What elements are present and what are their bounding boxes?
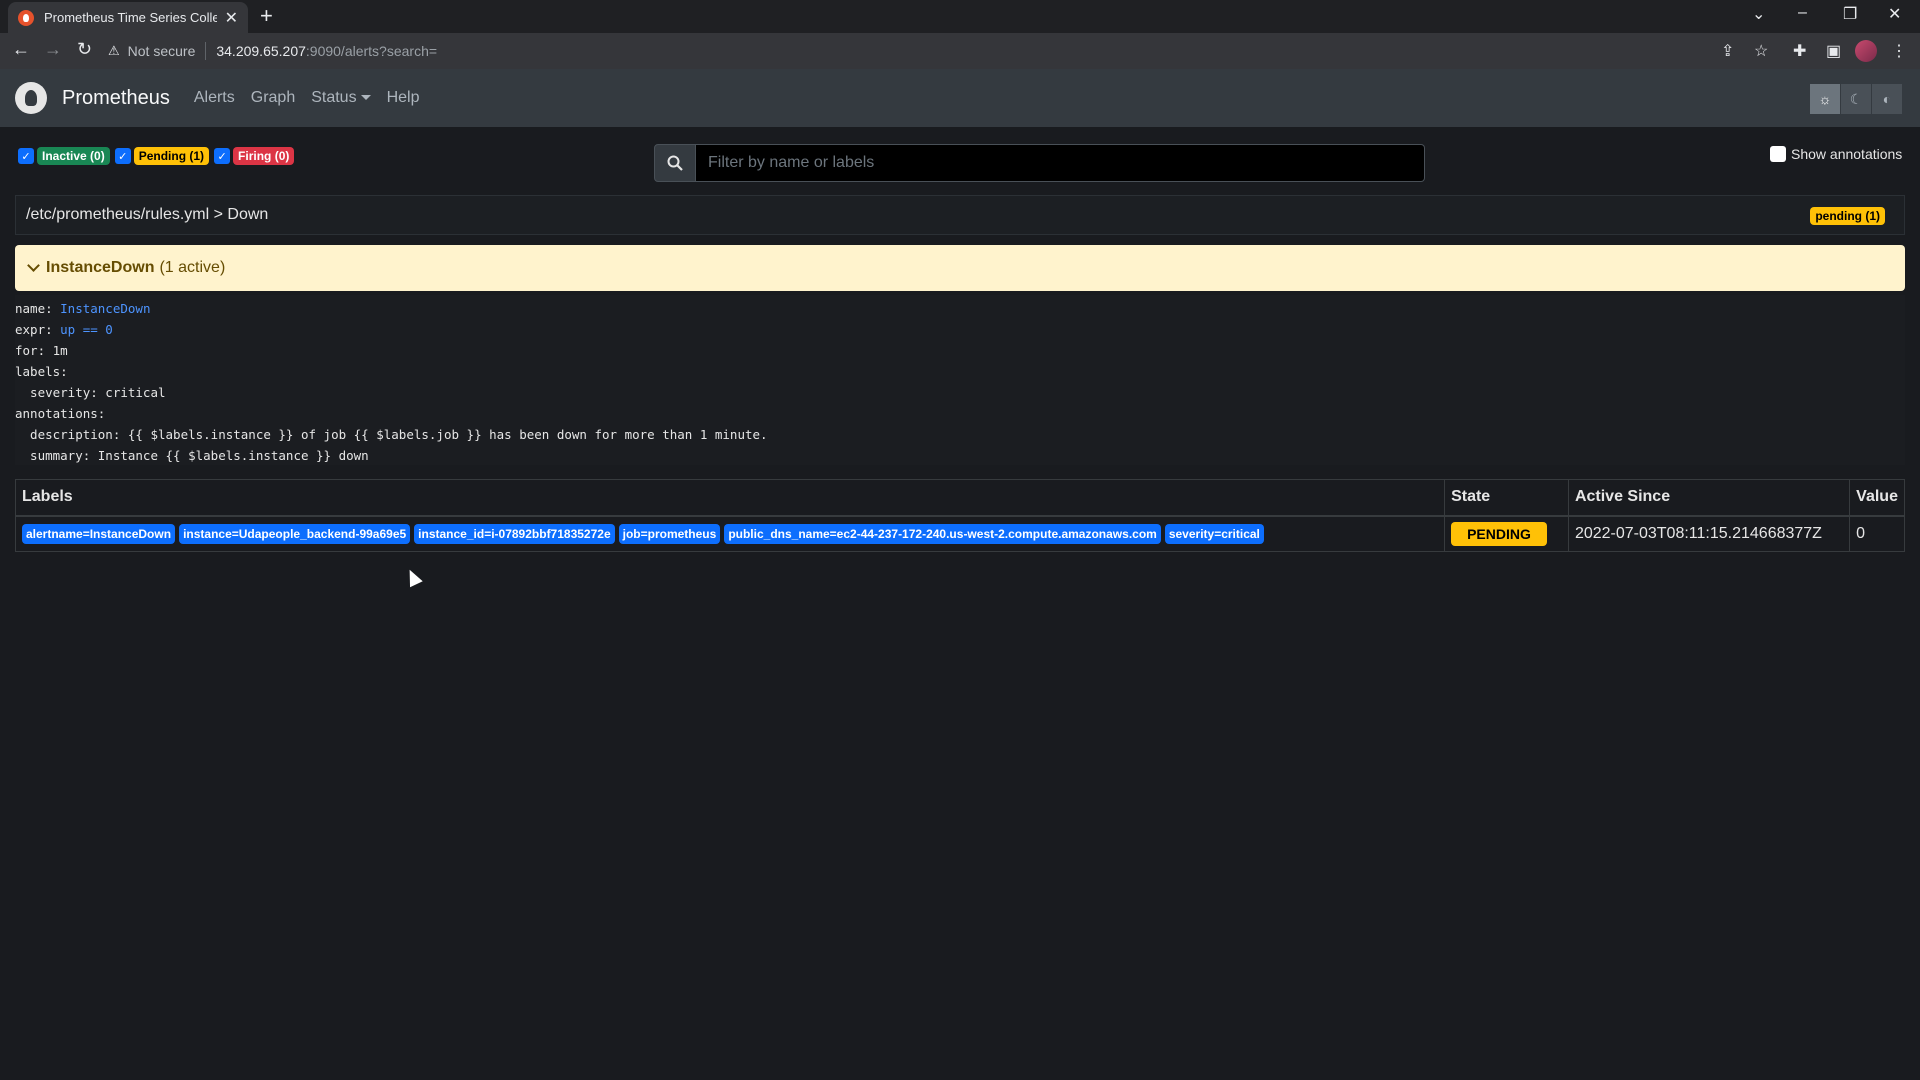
nav-graph[interactable]: Graph [251, 89, 295, 107]
app-navbar: Prometheus Alerts Graph Status Help ☼ ☾ … [0, 69, 1920, 127]
reload-icon[interactable]: ↻ [77, 39, 92, 60]
show-annotations-label: Show annotations [1791, 146, 1903, 162]
warning-icon: ⚠ [108, 43, 120, 58]
extensions-icon[interactable]: ✚ [1793, 41, 1806, 61]
tab-title: Prometheus Time Series Collection [44, 10, 217, 25]
theme-toggle-group: ☼ ☾ ◐ [1810, 84, 1903, 114]
profile-avatar[interactable] [1855, 40, 1877, 62]
inactive-badge: Inactive (0) [37, 147, 110, 165]
browser-tab[interactable]: Prometheus Time Series Collection ✕ [8, 2, 248, 33]
header-active-since: Active Since [1567, 479, 1850, 517]
minimize-icon[interactable]: – [1798, 4, 1807, 22]
dark-theme-icon[interactable]: ☾ [1841, 84, 1872, 114]
address-bar[interactable]: ⚠ Not secure 34.209.65.207 :9090/alerts?… [108, 37, 1748, 65]
chevron-down-icon [27, 259, 40, 272]
search-input[interactable] [696, 144, 1425, 182]
brand-name[interactable]: Prometheus [62, 87, 170, 110]
nav-alerts[interactable]: Alerts [194, 89, 235, 107]
inactive-checkbox[interactable]: ✓ [18, 148, 34, 164]
rule-expr-key: expr: [15, 322, 61, 337]
bookmark-star-icon[interactable]: ☆ [1754, 41, 1768, 61]
prometheus-favicon-icon [18, 9, 34, 26]
rule-annotations-line: annotations: [15, 406, 106, 421]
security-label: Not secure [127, 43, 196, 59]
nav-status[interactable]: Status [311, 89, 371, 107]
rule-group-header: /etc/prometheus/rules.yml > Down pending… [15, 195, 1905, 235]
tab-search-icon[interactable]: ⌄ [1752, 4, 1765, 24]
firing-checkbox[interactable]: ✓ [214, 148, 231, 164]
url-path: :9090/alerts?search= [305, 43, 438, 59]
browser-toolbar: ← → ↻ ⚠ Not secure 34.209.65.207 :9090/a… [0, 33, 1920, 69]
back-icon[interactable]: ← [12, 39, 30, 60]
header-state: State [1444, 479, 1569, 517]
url-host: 34.209.65.207 [216, 43, 306, 59]
rule-labels-line: labels: [15, 364, 68, 379]
rule-definition: name: InstanceDown expr: up == 0 for: 1m… [15, 295, 1905, 465]
label-badge: instance_id=i-07892bbf71835272e [414, 523, 615, 544]
share-icon[interactable]: ⇪ [1721, 41, 1734, 61]
alert-active-count: (1 active) [159, 259, 226, 276]
alert-name: InstanceDown [46, 259, 155, 276]
show-annotations-checkbox[interactable] [1770, 146, 1786, 162]
mouse-cursor-icon [403, 566, 423, 588]
header-value: Value [1849, 479, 1905, 517]
pending-badge: Pending (1) [133, 147, 210, 165]
search-icon [654, 144, 696, 182]
state-badge: PENDING [1451, 521, 1547, 546]
new-tab-button[interactable]: + [260, 3, 273, 29]
rule-name-key: name: [15, 301, 61, 316]
menu-kebab-icon[interactable]: ⋮ [1891, 41, 1907, 61]
rule-group-path: /etc/prometheus/rules.yml > Down [26, 206, 269, 223]
active-since-cell: 2022-07-03T08:11:15.214668377Z [1567, 515, 1850, 552]
divider [205, 42, 207, 60]
forward-icon[interactable]: → [44, 39, 62, 60]
alert-rule-header[interactable]: InstanceDown (1 active) [15, 245, 1905, 291]
table-row: alertname=InstanceDown instance=Udapeople… [14, 515, 1905, 552]
label-badge: severity=critical [1164, 523, 1264, 544]
label-badge: instance=Udapeople_backend-99a69e5 [179, 523, 411, 544]
label-badge: job=prometheus [618, 523, 721, 544]
restore-icon[interactable]: ❐ [1843, 4, 1857, 24]
labels-cell: alertname=InstanceDown instance=Udapeople… [14, 515, 1445, 552]
table-header-row: Labels State Active Since Value [14, 479, 1905, 517]
rule-expr-line: expr: up == 0 [15, 319, 1905, 340]
state-cell: PENDING [1444, 515, 1569, 552]
rule-for-line: for: 1m [15, 343, 68, 358]
search-box [654, 144, 1425, 182]
state-filters: ✓ Inactive (0) ✓ Pending (1) ✓ Firing (0… [18, 147, 299, 165]
rule-severity-line: severity: critical [15, 385, 166, 400]
alerts-table: Labels State Active Since Value alertnam… [14, 479, 1905, 552]
rule-name-link[interactable]: InstanceDown [60, 301, 150, 316]
close-window-icon[interactable]: ✕ [1888, 4, 1901, 24]
light-theme-icon[interactable]: ☼ [1810, 84, 1841, 114]
value-cell: 0 [1849, 515, 1905, 552]
close-tab-icon[interactable]: ✕ [225, 8, 238, 28]
label-badge: alertname=InstanceDown [22, 523, 176, 544]
rule-summary-line: summary: Instance {{ $labels.instance }}… [15, 448, 369, 463]
side-panel-icon[interactable]: ▣ [1826, 41, 1841, 61]
rule-description-line: description: {{ $labels.instance }} of j… [15, 427, 768, 442]
nav-help[interactable]: Help [387, 89, 420, 107]
auto-theme-icon[interactable]: ◐ [1872, 84, 1903, 114]
rule-expr-link[interactable]: up == 0 [60, 322, 113, 337]
show-annotations-toggle[interactable]: Show annotations [1770, 146, 1902, 162]
firing-badge: Firing (0) [233, 147, 295, 165]
browser-tab-strip: Prometheus Time Series Collection ✕ + ⌄ … [0, 0, 1920, 33]
dropdown-caret-icon [360, 95, 371, 101]
prometheus-logo-icon[interactable] [15, 82, 47, 114]
group-pending-badge: pending (1) [1810, 207, 1885, 225]
pending-checkbox[interactable]: ✓ [114, 148, 131, 164]
rule-name-line: name: InstanceDown [15, 298, 1905, 319]
label-badge: public_dns_name=ec2-44-237-172-240.us-we… [724, 523, 1161, 544]
nav-status-label: Status [311, 89, 357, 106]
header-labels: Labels [14, 479, 1445, 517]
